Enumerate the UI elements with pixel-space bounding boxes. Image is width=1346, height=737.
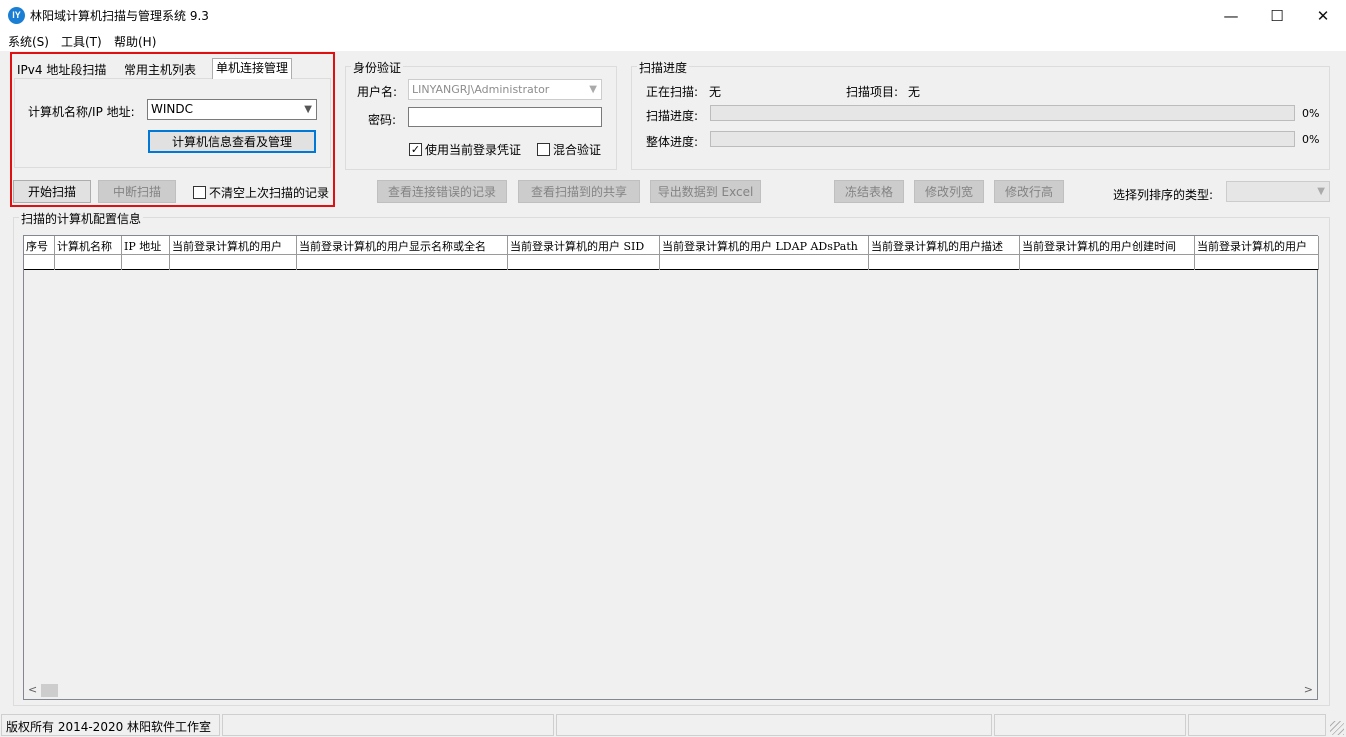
username-combo[interactable]: LINYANGRJ\Administrator ▼ (408, 79, 602, 100)
status-pane (222, 714, 554, 736)
column-header[interactable]: 当前登录计算机的用户显示名称或全名 (297, 236, 508, 255)
table-cell[interactable] (24, 255, 55, 270)
mixed-auth-checkbox[interactable]: 混合验证 (537, 141, 601, 158)
table-cell[interactable] (55, 255, 122, 270)
username-label: 用户名: (357, 85, 398, 99)
password-field[interactable] (408, 107, 602, 127)
stop-scan-button[interactable]: 中断扫描 (98, 180, 176, 203)
scroll-thumb[interactable] (41, 684, 58, 697)
menu-tools[interactable]: 工具(T) (61, 33, 102, 50)
scan-progress-bar (710, 105, 1295, 121)
keep-records-label: 不清空上次扫描的记录 (209, 186, 330, 200)
scroll-left-icon[interactable]: < (28, 683, 37, 696)
table-cell[interactable] (660, 255, 869, 270)
use-current-credentials-label: 使用当前登录凭证 (425, 143, 522, 157)
keep-records-checkbox[interactable]: 不清空上次扫描的记录 (193, 184, 329, 201)
freeze-table-button[interactable]: 冻结表格 (834, 180, 904, 203)
scanning-value: 无 (709, 85, 722, 99)
chevron-down-icon: ▼ (1317, 186, 1325, 197)
column-header[interactable]: 当前登录计算机的用户 (170, 236, 297, 255)
table-cell[interactable] (1020, 255, 1195, 270)
password-label: 密码: (368, 113, 397, 127)
scan-item-label: 扫描项目: (846, 85, 899, 99)
column-header[interactable]: 当前登录计算机的用户 SID (508, 236, 660, 255)
data-grid[interactable]: 序号 计算机名称 IP 地址 当前登录计算机的用户 当前登录计算机的用户显示名称… (23, 235, 1319, 700)
column-width-button[interactable]: 修改列宽 (914, 180, 984, 203)
scan-progress-percent: 0% (1302, 107, 1320, 120)
status-pane (994, 714, 1186, 736)
column-header[interactable]: 计算机名称 (55, 236, 122, 255)
status-copyright: 版权所有 2014-2020 林阳软件工作室 (1, 714, 220, 736)
chevron-down-icon: ▼ (589, 84, 597, 95)
window-title: 林阳域计算机扫描与管理系统 9.3 (30, 9, 209, 23)
row-height-button[interactable]: 修改行高 (994, 180, 1064, 203)
column-header[interactable]: 当前登录计算机的用户描述 (869, 236, 1020, 255)
use-current-credentials-checkbox[interactable]: ✓ 使用当前登录凭证 (409, 141, 521, 158)
checkmark-icon: ✓ (409, 143, 422, 156)
status-pane (1188, 714, 1326, 736)
column-header[interactable]: 当前登录计算机的用户 LDAP ADsPath (660, 236, 869, 255)
column-header[interactable]: 当前登录计算机的用户创建时间 (1020, 236, 1195, 255)
column-header[interactable]: IP 地址 (122, 236, 170, 255)
table-cell[interactable] (170, 255, 297, 270)
grid-group-title: 扫描的计算机配置信息 (19, 210, 144, 227)
horizontal-scrollbar[interactable]: < > (24, 682, 1317, 699)
sort-type-label: 选择列排序的类型: (1113, 188, 1214, 202)
column-header[interactable]: 当前登录计算机的用户 (1195, 236, 1319, 255)
column-header[interactable]: 序号 (24, 236, 55, 255)
minimize-button[interactable]: — (1208, 0, 1254, 31)
auth-group-title: 身份验证 (351, 59, 404, 76)
scanning-label: 正在扫描: (646, 85, 699, 99)
view-shares-button[interactable]: 查看扫描到的共享 (518, 180, 640, 203)
table-cell[interactable] (869, 255, 1020, 270)
scan-item-value: 无 (908, 85, 921, 99)
menu-bar (0, 31, 1346, 51)
checkbox-box (193, 186, 206, 199)
resize-grip-icon[interactable] (1330, 721, 1344, 735)
maximize-button[interactable]: ☐ (1254, 0, 1300, 31)
mixed-auth-label: 混合验证 (553, 143, 602, 157)
view-errors-button[interactable]: 查看连接错误的记录 (377, 180, 507, 203)
table-cell[interactable] (297, 255, 508, 270)
sort-type-combo[interactable]: ▼ (1226, 181, 1330, 202)
progress-group-title: 扫描进度 (637, 59, 690, 76)
menu-system[interactable]: 系统(S) (8, 33, 49, 50)
app-logo-icon: lY (8, 7, 25, 24)
close-button[interactable]: ✕ (1300, 0, 1346, 31)
status-pane (556, 714, 992, 736)
scan-progress-label: 扫描进度: (646, 109, 699, 123)
grid-header-row: 序号 计算机名称 IP 地址 当前登录计算机的用户 当前登录计算机的用户显示名称… (24, 236, 1319, 255)
total-progress-percent: 0% (1302, 133, 1320, 146)
total-progress-label: 整体进度: (646, 135, 699, 149)
menu-help[interactable]: 帮助(H) (114, 33, 156, 50)
total-progress-bar (710, 131, 1295, 147)
checkbox-box (537, 143, 550, 156)
table-row[interactable] (24, 255, 1319, 270)
table-cell[interactable] (508, 255, 660, 270)
start-scan-button[interactable]: 开始扫描 (13, 180, 91, 203)
username-value: LINYANGRJ\Administrator (412, 83, 550, 96)
export-excel-button[interactable]: 导出数据到 Excel (650, 180, 761, 203)
scroll-right-icon[interactable]: > (1304, 683, 1313, 696)
table-cell[interactable] (1195, 255, 1319, 270)
table-cell[interactable] (122, 255, 170, 270)
